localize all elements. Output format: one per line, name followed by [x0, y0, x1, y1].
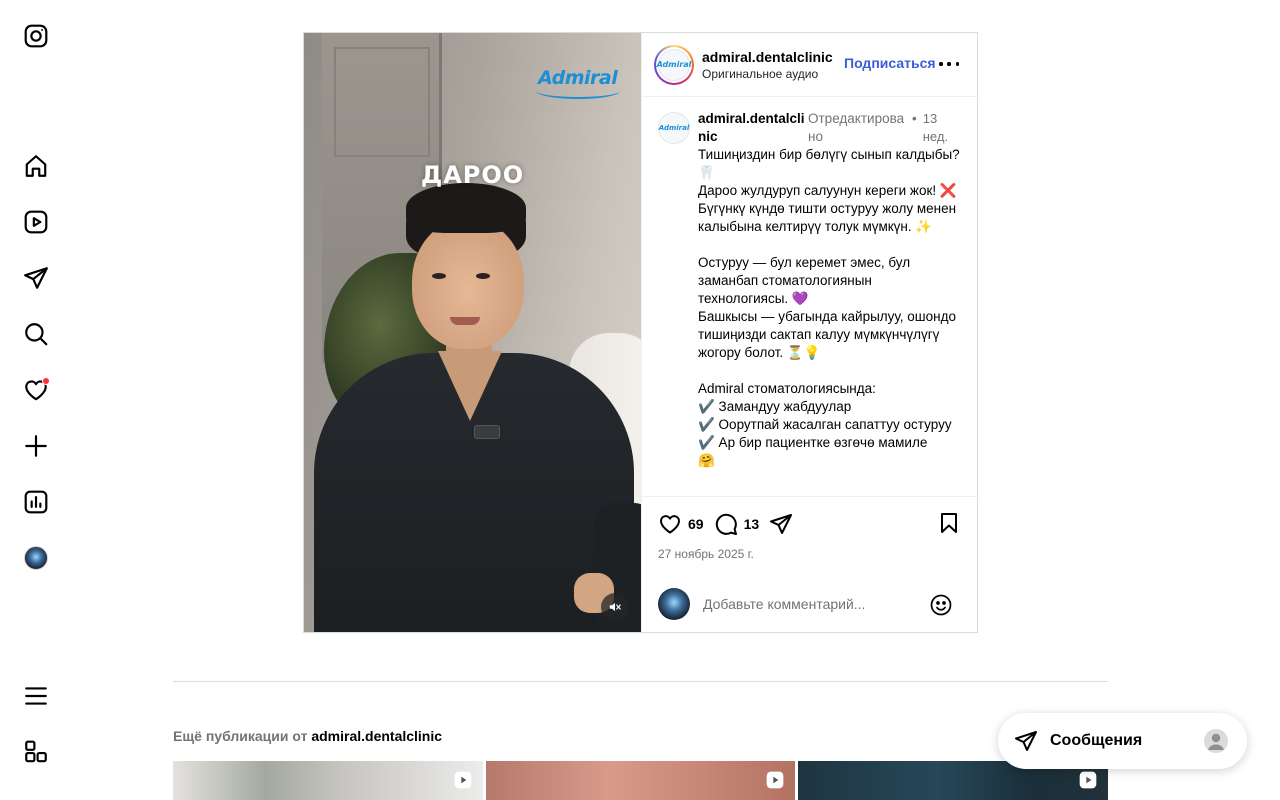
direct-send-icon — [1015, 731, 1037, 751]
caption-row: Admiral admiral.dentalclinic Отредактиро… — [658, 110, 961, 470]
person-face — [412, 219, 524, 349]
comment-icon — [715, 513, 737, 535]
reel-badge-icon — [767, 771, 784, 789]
search-icon[interactable] — [22, 320, 50, 348]
caption-scroll-area[interactable]: Admiral admiral.dentalclinic Отредактиро… — [642, 98, 977, 496]
create-plus-icon[interactable] — [22, 432, 50, 460]
emoji-button[interactable] — [929, 593, 953, 622]
original-audio-link[interactable]: Оригинальное аудио — [702, 67, 833, 81]
section-divider — [173, 681, 1108, 682]
post-header: Admiral admiral.dentalclinic Оригинально… — [642, 33, 977, 97]
share-icon — [770, 514, 793, 534]
comment-avatar — [658, 588, 690, 620]
like-button[interactable]: 69 — [658, 512, 714, 536]
post-card: Admiral ДАРОО Admiral admiral.dentalclin… — [303, 32, 978, 633]
add-comment-bar — [642, 576, 977, 632]
comment-count[interactable]: 13 — [744, 516, 760, 532]
notifications-heart-icon[interactable] — [22, 376, 50, 404]
menu-hamburger-icon[interactable] — [22, 682, 50, 710]
messages-button[interactable]: Сообщения — [998, 713, 1247, 769]
more-apps-icon[interactable] — [22, 738, 50, 766]
share-button[interactable] — [769, 512, 793, 536]
reels-icon[interactable] — [22, 208, 50, 236]
profile-avatar[interactable] — [22, 544, 50, 572]
muted-speaker-icon — [609, 602, 621, 612]
person-eye-left — [432, 273, 446, 279]
story-ring-inner: Admiral — [656, 46, 692, 83]
meta-separator: • — [912, 111, 917, 126]
lapel-mic — [474, 425, 500, 439]
default-user-icon — [1208, 733, 1224, 750]
action-row: 69 13 — [658, 511, 961, 537]
bookmark-icon — [941, 513, 957, 533]
emoji-smile-icon — [930, 594, 952, 616]
caption-text: Тишиңиздин бир бөлүгү сынып калдыбы? 🦷 Д… — [698, 147, 960, 468]
like-count[interactable]: 69 — [688, 516, 704, 532]
follow-button[interactable]: Подписаться — [844, 55, 936, 71]
heart-icon — [659, 515, 681, 534]
publication-thumbnail[interactable] — [485, 761, 796, 800]
notification-dot — [42, 377, 50, 385]
edited-label: Отредактировано — [808, 111, 905, 144]
sidebar — [0, 0, 72, 800]
more-publications-heading: Ещё публикации от admiral.dentalclinic — [173, 728, 442, 744]
home-icon[interactable] — [22, 152, 50, 180]
save-bookmark-button[interactable] — [937, 511, 961, 540]
caption-meta: admiral.dentalclinic Отредактировано • 1… — [698, 110, 960, 146]
person-hair-top — [406, 183, 526, 233]
person-mouth — [450, 317, 480, 325]
more-options-icon[interactable] — [939, 57, 959, 71]
comment-button[interactable]: 13 — [714, 512, 770, 536]
more-publications-prefix: Ещё публикации от — [173, 728, 308, 744]
header-text: admiral.dentalclinic Оригинальное аудио — [702, 49, 833, 81]
person-eye-right — [476, 273, 490, 279]
caption-body: admiral.dentalclinic Отредактировано • 1… — [698, 110, 960, 470]
header-username[interactable]: admiral.dentalclinic — [702, 49, 833, 65]
comment-input[interactable] — [703, 596, 923, 612]
caption-avatar[interactable]: Admiral — [658, 112, 690, 144]
instagram-logo-icon[interactable] — [22, 22, 50, 50]
reel-badge-icon — [1079, 771, 1097, 789]
mute-button[interactable] — [601, 593, 629, 621]
post-age[interactable]: 13 нед. — [923, 110, 959, 146]
dashboard-icon[interactable] — [22, 488, 50, 516]
action-bar: 69 13 27 ноябрь 2025 г. — [642, 496, 977, 576]
caption-username[interactable]: admiral.dentalclinic — [698, 110, 808, 146]
video-overlay-title: ДАРОО — [420, 161, 525, 189]
account-avatar: Admiral — [657, 48, 691, 81]
post-details-panel: Admiral admiral.dentalclinic Оригинально… — [641, 33, 977, 632]
reel-badge-icon — [454, 771, 472, 789]
brand-logo-swoosh — [536, 83, 620, 99]
story-ring[interactable]: Admiral — [654, 44, 694, 85]
door-panel — [334, 47, 430, 157]
publication-thumbnail[interactable] — [173, 761, 483, 800]
more-publications-grid — [173, 761, 1109, 800]
post-video[interactable]: Admiral ДАРОО — [304, 33, 641, 632]
messages-label: Сообщения — [1050, 732, 1143, 749]
direct-messages-icon[interactable] — [22, 264, 50, 292]
avatar — [24, 546, 48, 570]
messages-avatar — [1204, 729, 1228, 753]
more-publications-account[interactable]: admiral.dentalclinic — [311, 728, 442, 744]
post-date[interactable]: 27 ноябрь 2025 г. — [658, 547, 961, 561]
